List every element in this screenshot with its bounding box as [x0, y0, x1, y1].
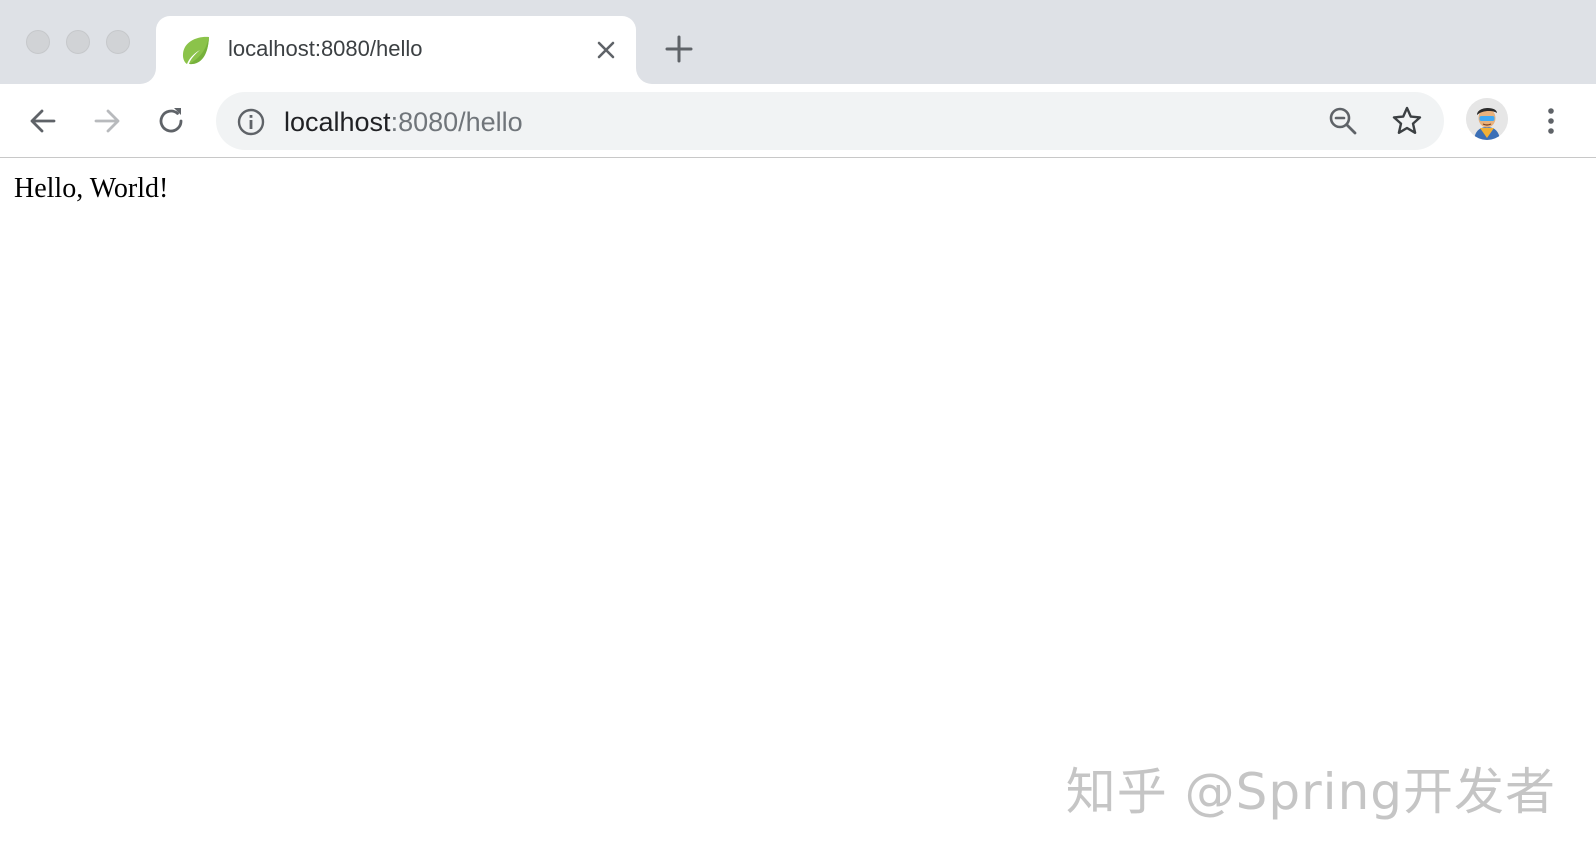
tab-title: localhost:8080/hello [228, 36, 423, 61]
new-tab-button[interactable] [664, 34, 694, 64]
reload-icon[interactable] [154, 104, 188, 138]
tab-active[interactable]: localhost:8080/hello [156, 16, 636, 84]
zoom-window-button[interactable] [106, 30, 130, 54]
forward-icon[interactable] [90, 104, 124, 138]
watermark: 知乎 @Spring开发者 [1065, 763, 1556, 821]
spring-leaf-icon [182, 36, 209, 65]
back-icon[interactable] [26, 104, 60, 138]
page-content: Hello, World! 知乎 @Spring开发者 [0, 158, 1596, 866]
tab-strip: localhost:8080/hello [0, 0, 1596, 84]
url-host: localhost [284, 107, 391, 137]
profile-avatar[interactable] [1466, 98, 1508, 140]
url-text[interactable]: localhost:8080/hello [284, 106, 523, 138]
browser-window: localhost:8080/hello localhost:8080/hell… [0, 0, 1596, 866]
hello-world-text: Hello, World! [14, 173, 169, 204]
toolbar: localhost:8080/hello [0, 84, 1596, 158]
info-icon[interactable] [236, 107, 266, 137]
url-path: :8080/hello [390, 107, 523, 137]
bookmark-star-icon[interactable] [1390, 104, 1424, 138]
zoom-out-icon[interactable] [1326, 104, 1360, 138]
minimize-window-button[interactable] [66, 30, 90, 54]
avatar-icon [1466, 98, 1508, 140]
more-menu-icon[interactable] [1534, 102, 1568, 140]
address-bar[interactable]: localhost:8080/hello [216, 92, 1444, 150]
close-icon[interactable] [592, 36, 620, 64]
close-window-button[interactable] [26, 30, 50, 54]
